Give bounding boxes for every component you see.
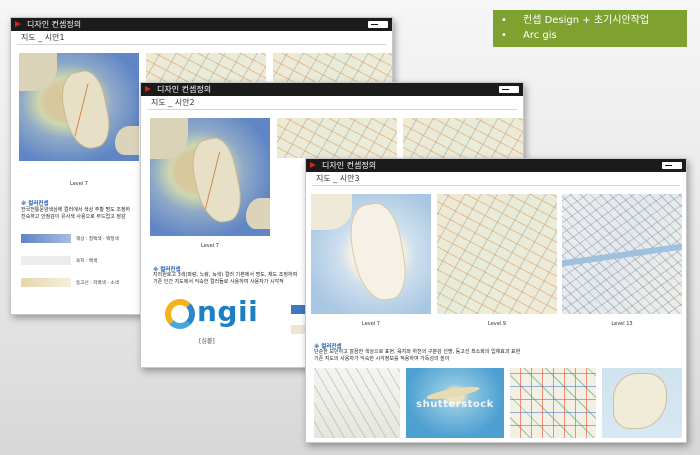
map-caption: Level 7 <box>201 243 219 249</box>
red-triangle-icon <box>15 21 21 27</box>
legend-label: 해상 : 청백색 - 백청색 <box>76 237 119 242</box>
slide-subtitle: 지도 _ 시안3 <box>316 174 360 183</box>
map-caption: Level 13 <box>611 321 633 327</box>
divider <box>17 44 386 45</box>
legend-label: 육지 : 백색 <box>76 259 98 264</box>
reference-map-subway <box>510 368 596 438</box>
minimize-icon[interactable] <box>499 86 519 93</box>
slide-subtitle: 지도 _ 시안1 <box>21 33 65 42</box>
color-concept-text: 한국전통문양색상에 컬러에서 색상 주황 명도 조정하 친숙하고 안정감이 유사… <box>21 207 131 220</box>
minimize-icon[interactable] <box>368 21 388 28</box>
slide-header: 디자인 컨셉정의 <box>11 18 392 31</box>
summary-item-label: Arc gis <box>523 30 557 41</box>
divider <box>312 185 680 186</box>
reference-map-africa <box>602 368 682 438</box>
legend-swatch-contour <box>21 278 71 287</box>
legend-swatch-land <box>21 256 71 265</box>
map-level7 <box>311 194 431 314</box>
map-caption: Level 9 <box>488 321 506 327</box>
map-level9 <box>437 194 557 314</box>
summary-item-label: 컨셉 Design + 초기시안작업 <box>523 15 650 26</box>
logo-sublabel: [심볼] <box>199 338 215 345</box>
red-triangle-icon <box>310 162 316 168</box>
logo-text: ngii <box>197 295 259 328</box>
summary-item: • Arc gis <box>501 30 557 41</box>
ngii-logo: ngii <box>165 295 258 333</box>
map-caption: Level 7 <box>362 321 380 327</box>
slide-draft-3[interactable]: 디자인 컨셉정의 지도 _ 시안3 Level 7 Level 9 Level … <box>305 158 687 443</box>
map-caption: Level 7 <box>70 181 88 187</box>
summary-list: • 컨셉 Design + 초기시안작업 • Arc gis <box>501 13 687 43</box>
divider <box>147 109 517 110</box>
reference-map-cover <box>314 368 400 438</box>
map-korea-level7 <box>19 53 139 161</box>
slide-header: 디자인 컨셉정의 <box>306 159 686 172</box>
reference-map-caribbean: shutterstock <box>406 368 504 438</box>
summary-item: • 컨셉 Design + 초기시안작업 <box>501 15 650 26</box>
slide-title: 디자인 컨셉정의 <box>157 85 212 94</box>
color-concept-text: 지리원로고 3색(파랑, 노랑, 녹색) 컬러 기본에서 명도, 채도 조정하여… <box>153 272 298 285</box>
watermark-text: shutterstock <box>416 398 494 410</box>
slide-title: 디자인 컨셉정의 <box>322 161 377 170</box>
ngii-logo-mark-icon <box>165 299 195 329</box>
color-concept-text: 단순한 모던하고 깔끔한 색상으로 표현, 육지와 하천의 구분감 선명, 등고… <box>314 349 521 362</box>
color-concept-title: ※ 컬러컨셉 <box>21 201 49 207</box>
map-level13 <box>562 194 682 314</box>
minimize-icon[interactable] <box>662 162 682 169</box>
slide-header: 디자인 컨셉정의 <box>141 83 523 96</box>
summary-box: • 컨셉 Design + 초기시안작업 • Arc gis <box>493 10 687 47</box>
slide-title: 디자인 컨셉정의 <box>27 20 82 29</box>
legend-label: 등고선 : 지백색 - 소색 <box>76 281 119 286</box>
map-preview <box>403 118 523 158</box>
red-triangle-icon <box>145 86 151 92</box>
map-preview <box>277 118 397 158</box>
slide-subtitle: 지도 _ 시안2 <box>151 98 195 107</box>
map-korea-level7 <box>150 118 270 236</box>
legend-swatch-sea <box>21 234 71 243</box>
